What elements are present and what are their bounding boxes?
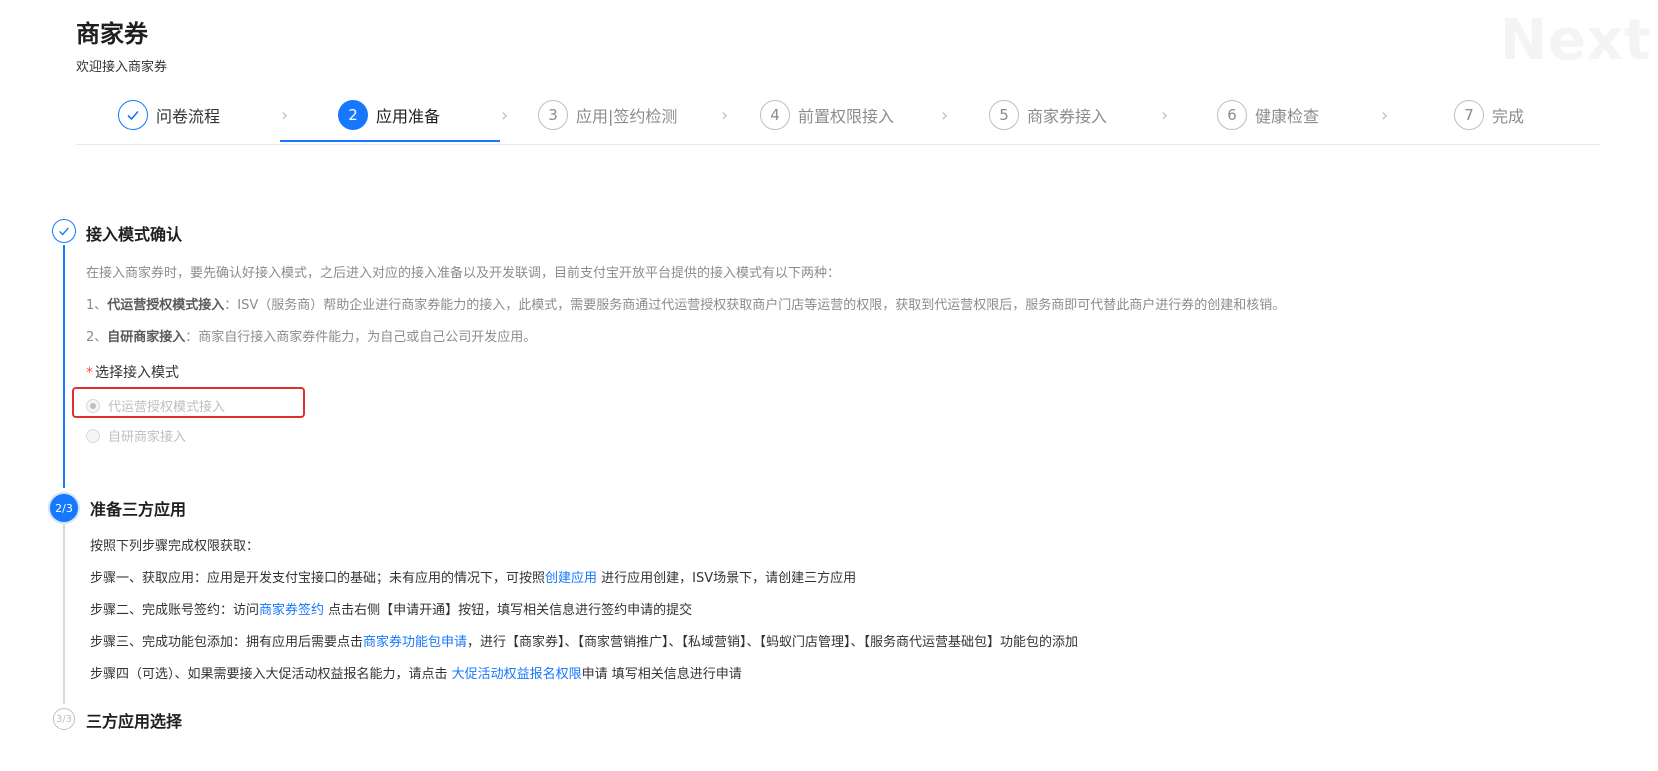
step-instruction-2: 步骤二、完成账号签约：访问商家券签约 点击右侧【申请开通】按钮，填写相关信息进行… [90,599,692,618]
mode-description-2: 2、自研商家接入：商家自行接入商家券件能力，为自己或自己公司开发应用。 [86,326,536,345]
chevron-right-icon: › [721,105,729,126]
check-icon [52,219,76,243]
coupon-package-link[interactable]: 商家券功能包申请 [363,635,467,650]
chevron-right-icon: › [941,105,949,126]
radio-label: 自研商家接入 [108,430,187,445]
text: 申请 填写相关信息进行申请 [581,667,742,682]
text: ，进行【商家券】、【商家营销推广】、【私域营销】、【蚂蚁门店管理】、【服务商代运… [467,635,1079,650]
mode-name: 自研商家接入 [107,330,186,345]
section-title: 三方应用选择 [86,712,183,731]
step-label: 前置权限接入 [798,107,895,126]
text: 步骤三、完成功能包添加：拥有应用后需要点击 [90,635,364,650]
create-app-link[interactable]: 创建应用 [545,571,597,586]
step-instruction-1: 步骤一、获取应用：应用是开发支付宝接口的基础；未有应用的情况下，可按照创建应用 … [90,567,856,586]
step-label: 应用准备 [376,107,441,126]
select-mode-label: * 选择接入模式 [86,362,179,382]
mode-text: ：ISV（服务商）帮助企业进行商家券能力的接入，此模式，需要服务商通过代运营授权… [224,298,1286,313]
section-title: 接入模式确认 [86,225,183,244]
step-label: 健康检查 [1255,107,1320,126]
text: 步骤一、获取应用：应用是开发支付宝接口的基础；未有应用的情况下，可按照 [90,571,546,586]
section-badge: 2/3 [50,494,78,522]
section-intro: 按照下列步骤完成权限获取： [90,539,260,554]
active-step-underline [280,140,500,142]
step-instruction-3: 步骤三、完成功能包添加：拥有应用后需要点击商家券功能包申请，进行【商家券】、【商… [90,631,1078,650]
step-3[interactable]: 3 应用|签约检测 [538,100,677,130]
coupon-sign-link[interactable]: 商家券签约 [259,603,324,618]
step-7[interactable]: 7 完成 [1454,100,1524,130]
timeline-connector [63,524,65,704]
section-badge: 3/3 [53,708,75,730]
step-number: 5 [989,100,1019,130]
required-star: * [86,365,93,381]
chevron-right-icon: › [1161,105,1169,126]
step-number: 3 [538,100,568,130]
timeline-connector [63,245,65,488]
mode-name: 代运营授权模式接入 [107,298,225,313]
text: 点击右侧【申请开通】按钮，填写相关信息进行签约申请的提交 [324,603,693,618]
step-2[interactable]: 2 应用准备 [338,100,440,130]
mode-description-1: 1、代运营授权模式接入：ISV（服务商）帮助企业进行商家券能力的接入，此模式，需… [86,294,1285,313]
list-prefix: 2、 [86,330,108,345]
section-intro: 在接入商家券时，要先确认好接入模式，之后进入对应的接入准备以及开发联调，目前支付… [86,266,841,281]
step-5[interactable]: 5 商家券接入 [989,100,1107,130]
step-1[interactable]: 问卷流程 [118,100,220,130]
section-title: 准备三方应用 [90,500,187,519]
chevron-right-icon: › [501,105,509,126]
text: 进行应用创建，ISV场景下，请创建三方应用 [597,571,857,586]
mode-text: ：商家自行接入商家券件能力，为自己或自己公司开发应用。 [185,330,537,345]
next-watermark: Next [1500,8,1652,73]
highlight-box [72,387,305,418]
step-label: 商家券接入 [1027,107,1108,126]
step-number: 4 [760,100,790,130]
text: 步骤四（可选）、如果需要接入大促活动权益报名能力，请点击 [90,667,452,682]
step-number: 2 [338,100,368,130]
step-number: 7 [1454,100,1484,130]
check-icon [118,100,148,130]
promotion-permission-link[interactable]: 大促活动权益报名权限 [452,667,582,682]
radio-unchecked-icon[interactable] [86,428,100,443]
step-label: 问卷流程 [156,107,221,126]
page-title: 商家券 [76,20,148,48]
step-6[interactable]: 6 健康检查 [1217,100,1319,130]
step-number: 6 [1217,100,1247,130]
page-subtitle: 欢迎接入商家券 [76,60,168,75]
step-4[interactable]: 4 前置权限接入 [760,100,894,130]
list-prefix: 1、 [86,298,108,313]
chevron-right-icon: › [1381,105,1389,126]
step-label: 完成 [1492,107,1525,126]
label-text: 选择接入模式 [95,365,179,381]
chevron-right-icon: › [281,105,289,126]
step-instruction-4: 步骤四（可选）、如果需要接入大促活动权益报名能力，请点击 大促活动权益报名权限申… [90,663,742,682]
steps-bar: 问卷流程 › 2 应用准备 › 3 应用|签约检测 › 4 前置权限接入 › 5… [76,88,1600,145]
text: 步骤二、完成账号签约：访问 [90,603,260,618]
step-label: 应用|签约检测 [576,107,678,126]
radio-option-self[interactable]: 自研商家接入 [86,426,186,445]
